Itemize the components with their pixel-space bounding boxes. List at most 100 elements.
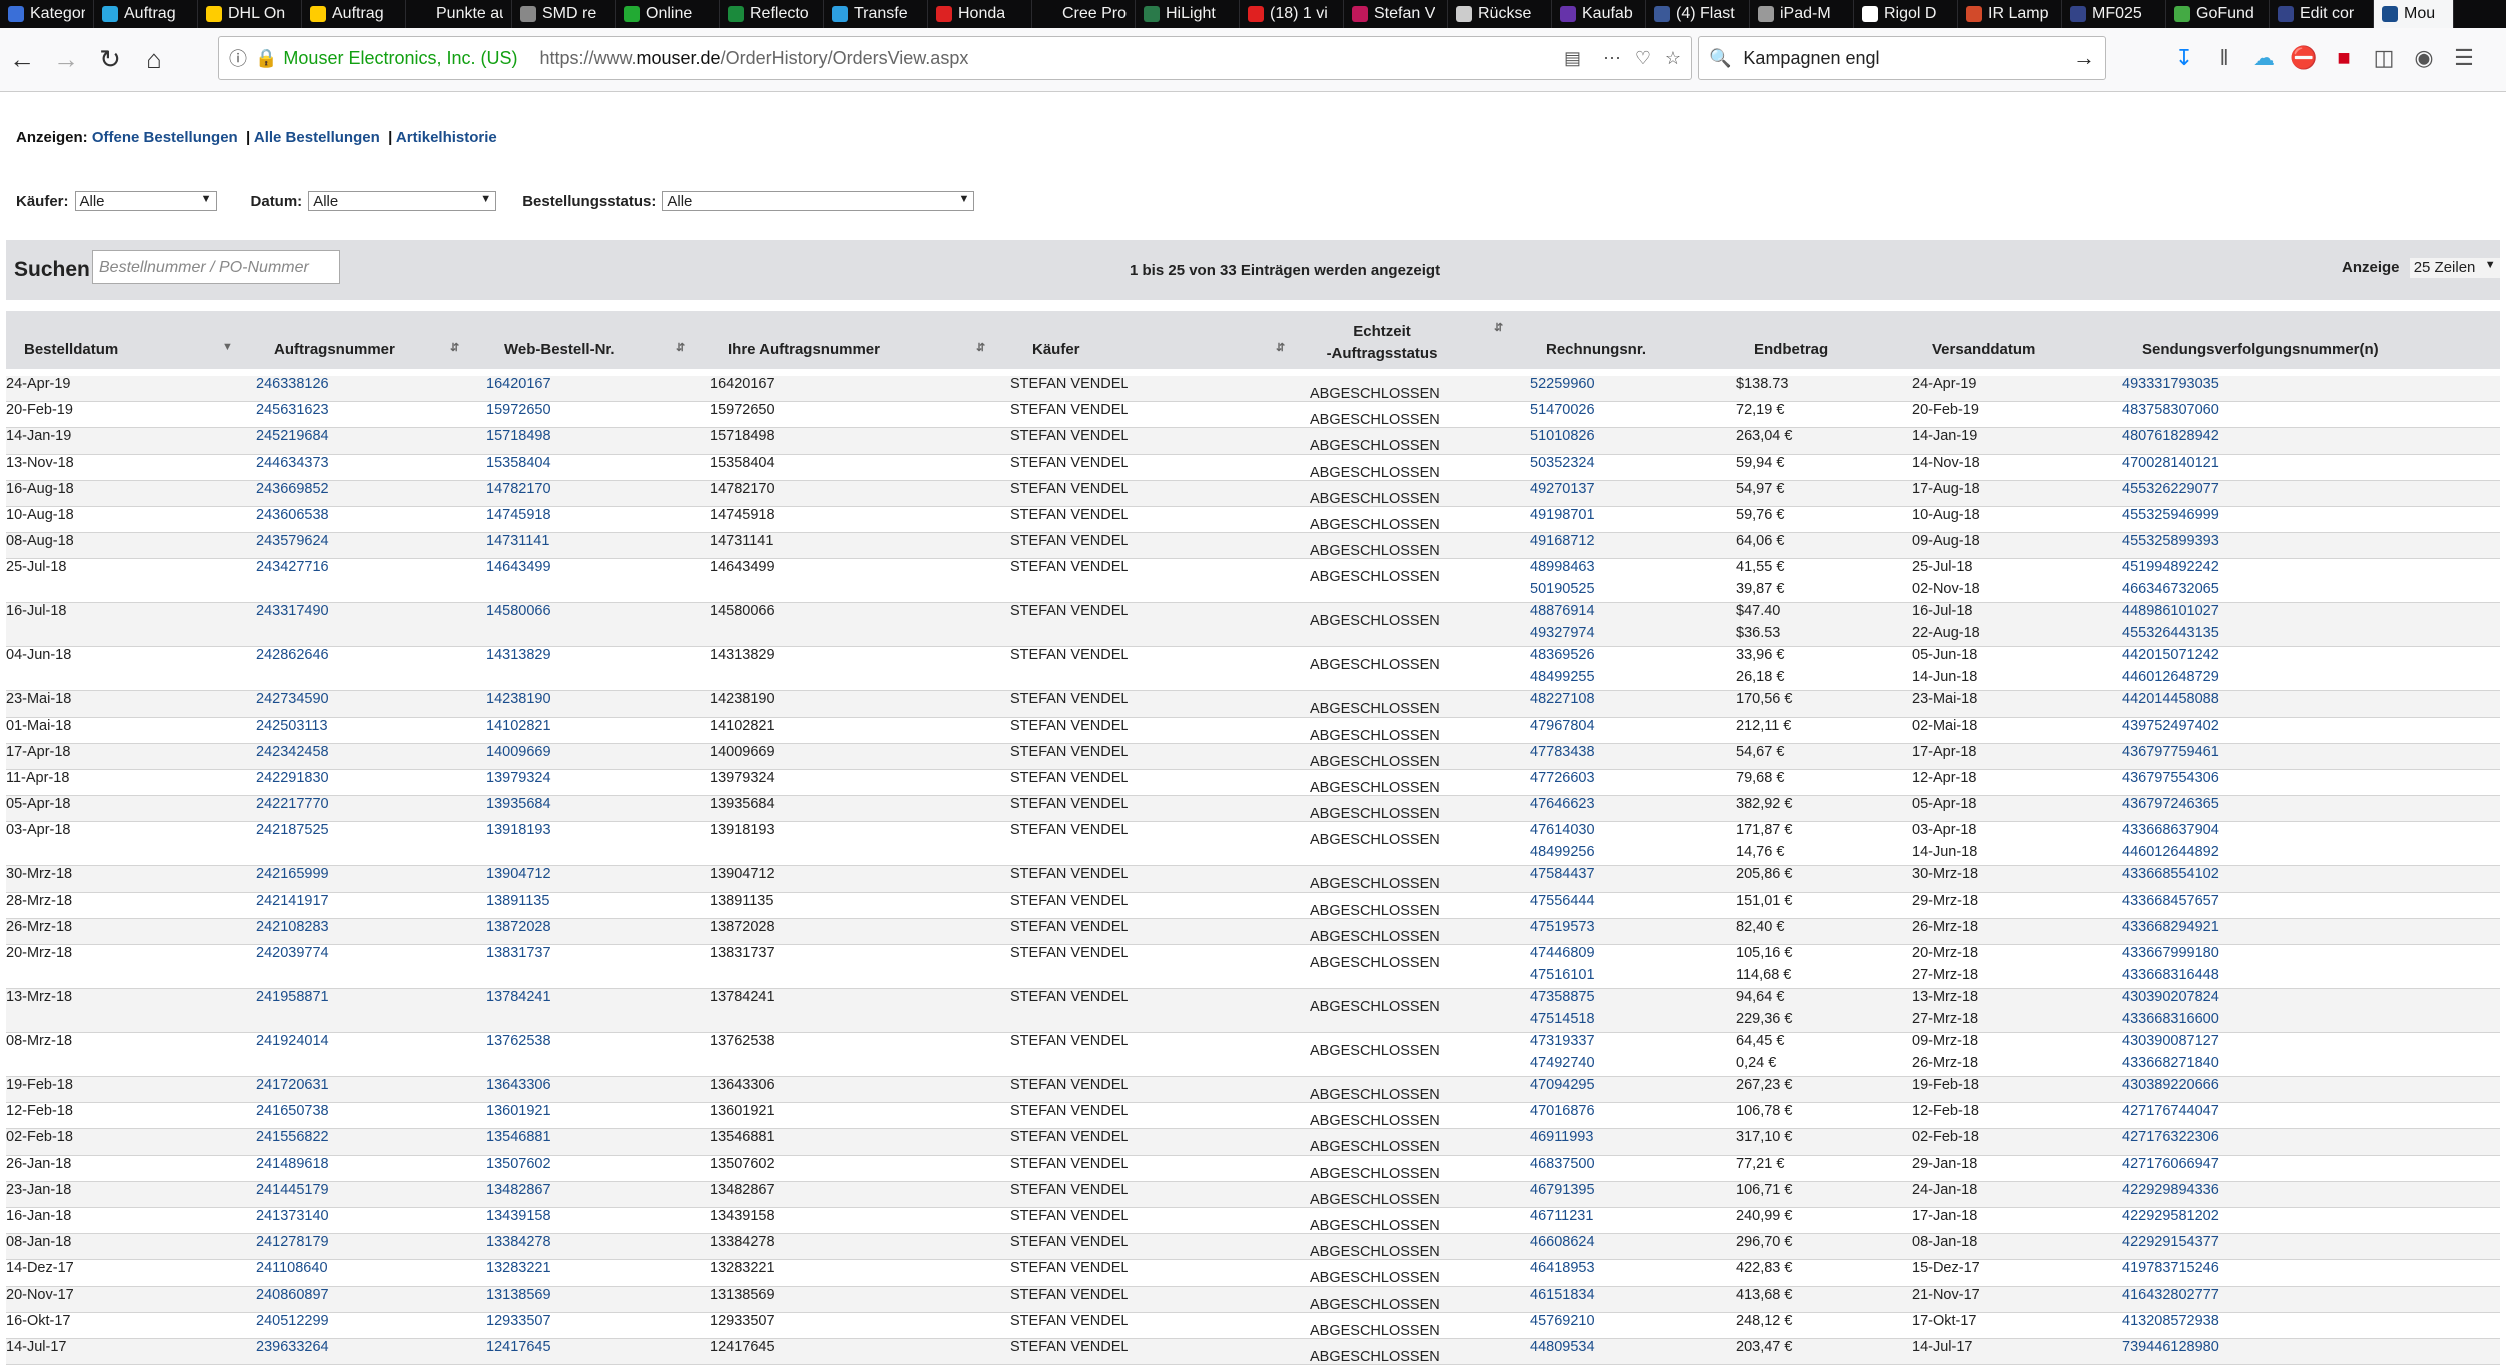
invoice-link[interactable]: 47584437	[1530, 864, 1595, 886]
invoice-link[interactable]: 47358875 47514518	[1530, 987, 1595, 1030]
browser-tab[interactable]: HiLight	[1136, 0, 1240, 28]
invoice-link[interactable]: 51470026	[1530, 400, 1595, 422]
home-button[interactable]: ⌂	[132, 38, 176, 82]
order-number-link[interactable]: 240512299	[256, 1311, 329, 1333]
browser-tab[interactable]: (18) 1 vi	[1240, 0, 1344, 28]
order-number-link[interactable]: 241556822	[256, 1127, 329, 1149]
web-order-link[interactable]: 13918193	[486, 820, 551, 842]
tracking-link[interactable]: 433667999180 433668316448	[2122, 943, 2219, 986]
invoice-link[interactable]: 47614030 48499256	[1530, 820, 1595, 863]
invoice-link-line[interactable]: 51010826	[1530, 426, 1595, 448]
tracking-link-line[interactable]: 451994892242	[2122, 557, 2219, 579]
tracking-link[interactable]: 470028140121	[2122, 453, 2219, 475]
tracking-link-line[interactable]: 430389220666	[2122, 1075, 2219, 1097]
invoice-link-line[interactable]: 51470026	[1530, 400, 1595, 422]
extension-icon[interactable]: ■	[2328, 38, 2360, 78]
order-number-link[interactable]: 242187525	[256, 820, 329, 842]
reload-button[interactable]: ↻	[88, 38, 132, 82]
invoice-link-line[interactable]: 49198701	[1530, 505, 1595, 527]
order-number-link[interactable]: 243579624	[256, 531, 329, 553]
web-order-link[interactable]: 13872028	[486, 917, 551, 939]
tracking-link[interactable]: 483758307060	[2122, 400, 2219, 422]
tracking-link-line[interactable]: 433668316448	[2122, 965, 2219, 987]
order-number-link[interactable]: 242217770	[256, 794, 329, 816]
open-orders-link[interactable]: Offene Bestellungen	[92, 129, 238, 146]
tracking-link-line[interactable]: 433668316600	[2122, 1009, 2219, 1031]
invoice-link[interactable]: 49270137	[1530, 479, 1595, 501]
web-order-link[interactable]: 13507602	[486, 1154, 551, 1176]
tracking-link-line[interactable]: 433668457657	[2122, 891, 2219, 913]
tracking-link[interactable]: 430390207824 433668316600	[2122, 987, 2219, 1030]
tracking-link[interactable]: 419783715246	[2122, 1258, 2219, 1280]
tracking-link-line[interactable]: 430390087127	[2122, 1031, 2219, 1053]
invoice-link[interactable]: 47319337 47492740	[1530, 1031, 1595, 1074]
sort-icon[interactable]: ⇵	[450, 341, 459, 354]
browser-tab[interactable]: iPad-M	[1750, 0, 1854, 28]
info-icon[interactable]: ⓘ	[229, 45, 247, 71]
invoice-link[interactable]: 46151834	[1530, 1285, 1595, 1307]
web-order-link[interactable]: 13762538	[486, 1031, 551, 1053]
invoice-link[interactable]: 48369526 48499255	[1530, 645, 1595, 688]
invoice-link[interactable]: 48227108	[1530, 689, 1595, 711]
tracking-link-line[interactable]: 430390207824	[2122, 987, 2219, 1009]
sort-icon[interactable]: ⇵	[976, 341, 985, 354]
invoice-link-line[interactable]: 48499255	[1530, 667, 1595, 689]
web-order-link[interactable]: 13283221	[486, 1258, 551, 1280]
tracking-link[interactable]: 433668457657	[2122, 891, 2219, 913]
invoice-link-line[interactable]: 48499256	[1530, 842, 1595, 864]
web-order-link[interactable]: 12417645	[486, 1337, 551, 1359]
header-order-number[interactable]: Auftragsnummer	[274, 341, 395, 358]
web-order-link[interactable]: 13831737	[486, 943, 551, 965]
web-order-link[interactable]: 13979324	[486, 768, 551, 790]
order-number-link[interactable]: 241108640	[256, 1258, 328, 1280]
tracking-link-line[interactable]: 483758307060	[2122, 400, 2219, 422]
web-order-link[interactable]: 15972650	[486, 400, 551, 422]
invoice-link[interactable]: 46711231	[1530, 1206, 1593, 1228]
invoice-link[interactable]: 44809534	[1530, 1337, 1595, 1359]
tracking-link[interactable]: 739446128980	[2122, 1337, 2219, 1359]
tracking-link-line[interactable]: 419783715246	[2122, 1258, 2219, 1280]
tracking-link[interactable]: 442014458088	[2122, 689, 2219, 711]
reader-view-icon[interactable]: ▤	[1564, 48, 1581, 69]
page-size-select[interactable]: 25 Zeilen ▼	[2409, 258, 2500, 278]
order-number-link[interactable]: 245631623	[256, 400, 329, 422]
invoice-link-line[interactable]: 47584437	[1530, 864, 1595, 886]
browser-tab[interactable]: Kategor	[0, 0, 94, 28]
invoice-link[interactable]: 46418953	[1530, 1258, 1595, 1280]
browser-tab[interactable]: DHL On	[198, 0, 302, 28]
address-bar[interactable]: ⓘ 🔒 Mouser Electronics, Inc. (US) https:…	[218, 36, 1692, 80]
tracking-link[interactable]: 455325946999	[2122, 505, 2219, 527]
tracking-link-line[interactable]: 455326443135	[2122, 623, 2219, 645]
web-order-link[interactable]: 13643306	[486, 1075, 551, 1097]
tracking-link[interactable]: 436797246365	[2122, 794, 2219, 816]
web-order-link[interactable]: 13546881	[486, 1127, 551, 1149]
invoice-link[interactable]: 47556444	[1530, 891, 1595, 913]
tracking-link[interactable]: 493331793035	[2122, 374, 2219, 396]
tracking-link-line[interactable]: 427176744047	[2122, 1101, 2219, 1123]
order-number-link[interactable]: 242734590	[256, 689, 329, 711]
web-order-link[interactable]: 14745918	[486, 505, 551, 527]
invoice-link-line[interactable]: 46608624	[1530, 1232, 1595, 1254]
browser-tab[interactable]: Reflecto	[720, 0, 824, 28]
web-order-link[interactable]: 12933507	[486, 1311, 551, 1333]
menu-icon[interactable]: ☰	[2448, 38, 2480, 78]
invoice-link[interactable]: 49168712	[1530, 531, 1595, 553]
header-status[interactable]: Echtzeit -Auftragsstatus	[1322, 321, 1442, 365]
web-order-link[interactable]: 15358404	[486, 453, 551, 475]
browser-tab[interactable]: SMD re	[512, 0, 616, 28]
tracking-link-line[interactable]: 422929894336	[2122, 1180, 2219, 1202]
tracking-link[interactable]: 455325899393	[2122, 531, 2219, 553]
tracking-link-line[interactable]: 446012648729	[2122, 667, 2219, 689]
browser-tab[interactable]: Online	[616, 0, 720, 28]
tracking-link-line[interactable]: 436797554306	[2122, 768, 2219, 790]
browser-tab[interactable]: Honda	[928, 0, 1032, 28]
order-number-link[interactable]: 243427716	[256, 557, 329, 579]
tracking-link-line[interactable]: 433668271840	[2122, 1053, 2219, 1075]
web-order-link[interactable]: 13384278	[486, 1232, 551, 1254]
browser-tab[interactable]: IR Lamp	[1958, 0, 2062, 28]
invoice-link-line[interactable]: 46711231	[1530, 1206, 1593, 1228]
browser-tab[interactable]: Cree Produc	[1032, 0, 1136, 28]
invoice-link[interactable]: 47646623	[1530, 794, 1595, 816]
web-order-link[interactable]: 14782170	[486, 479, 551, 501]
invoice-link[interactable]: 52259960	[1530, 374, 1595, 396]
